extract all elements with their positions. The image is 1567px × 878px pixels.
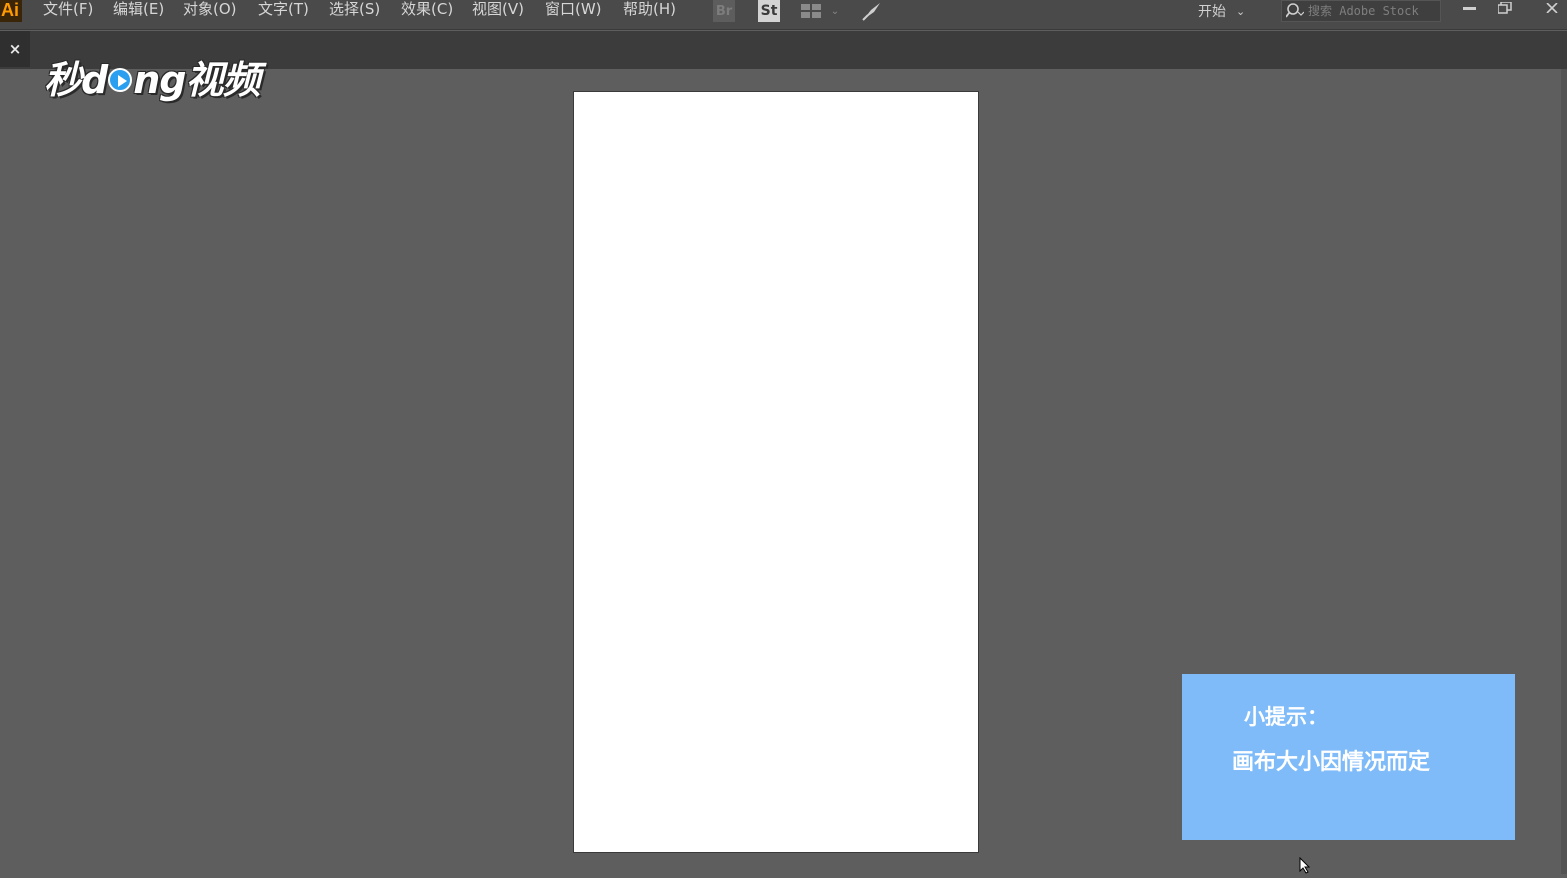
chevron-down-icon[interactable]: ⌄ (828, 0, 842, 22)
play-icon (108, 68, 133, 92)
tip-box: 小提示： 画布大小因情况而定 (1182, 674, 1515, 840)
bridge-button[interactable]: Br (713, 0, 735, 22)
menu-object[interactable]: 对象(O) (183, 0, 237, 20)
close-window-button[interactable] (1537, 0, 1567, 16)
menu-bar: Ai 文件(F) 编辑(E) 对象(O) 文字(T) 选择(S) 效果(C) 视… (0, 0, 1567, 30)
menu-window[interactable]: 窗口(W) (545, 0, 602, 20)
watermark-text-end: ng视频 (133, 57, 260, 102)
menu-help[interactable]: 帮助(H) (623, 0, 676, 20)
restore-button[interactable] (1490, 0, 1520, 16)
tip-title: 小提示： (1244, 705, 1328, 729)
menu-edit[interactable]: 编辑(E) (113, 0, 164, 20)
illustrator-logo: Ai (0, 0, 22, 22)
workspace-switcher[interactable]: 开始 ⌄ (1190, 0, 1258, 22)
menu-effect[interactable]: 效果(C) (401, 0, 453, 20)
menu-select[interactable]: 选择(S) (329, 0, 380, 20)
arrange-documents-icon[interactable] (800, 0, 822, 22)
menu-view[interactable]: 视图(V) (472, 0, 524, 20)
stock-search[interactable] (1281, 0, 1441, 22)
menu-type[interactable]: 文字(T) (258, 0, 309, 20)
rocket-icon[interactable] (860, 0, 884, 22)
workspace-label: 开始 (1198, 4, 1226, 20)
tip-text: 画布大小因情况而定 (1232, 750, 1431, 775)
chevron-down-icon: ⌄ (1236, 4, 1246, 18)
search-input[interactable] (1308, 4, 1436, 18)
artboard[interactable] (573, 91, 979, 853)
stock-button[interactable]: St (758, 0, 780, 22)
vertical-scrollbar[interactable] (1561, 69, 1567, 874)
minimize-button[interactable] (1455, 0, 1485, 16)
search-icon (1282, 3, 1308, 19)
watermark-logo: 秒d ng视频 (44, 48, 260, 104)
close-document-button[interactable]: × (0, 31, 30, 67)
menu-file[interactable]: 文件(F) (43, 0, 93, 20)
mouse-cursor-icon (1299, 856, 1311, 874)
watermark-text-start: 秒d (44, 57, 108, 102)
